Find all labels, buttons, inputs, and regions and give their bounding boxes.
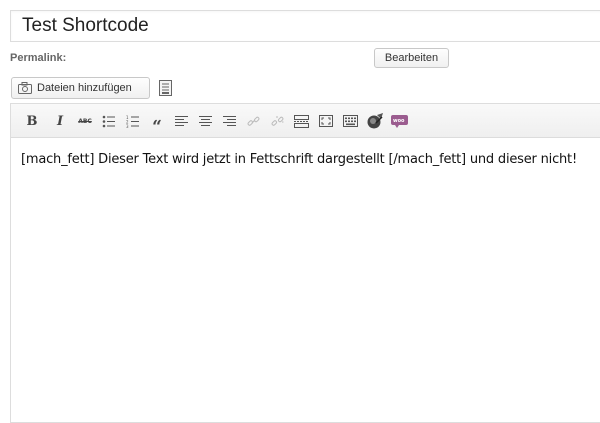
align-left-icon[interactable] [172, 112, 190, 130]
svg-text:3: 3 [126, 124, 129, 128]
svg-text:woo: woo [393, 118, 405, 124]
add-media-label: Dateien hinzufügen [37, 82, 132, 94]
post-title-field[interactable]: Test Shortcode [10, 10, 600, 42]
form-icon[interactable] [158, 80, 173, 96]
kitchen-sink-icon[interactable] [341, 112, 359, 130]
fullscreen-icon[interactable] [317, 112, 335, 130]
add-media-button[interactable]: Dateien hinzufügen [11, 77, 150, 99]
align-center-icon[interactable] [196, 112, 214, 130]
link-icon[interactable] [244, 112, 262, 130]
unlink-icon[interactable] [268, 112, 286, 130]
editor-content[interactable]: [mach_fett] Dieser Text wird jetzt in Fe… [21, 152, 600, 167]
permalink-label: Permalink: [10, 52, 67, 64]
post-title-text[interactable]: Test Shortcode [22, 15, 149, 37]
italic-icon[interactable]: I [51, 112, 69, 130]
numbered-list-icon[interactable]: 1 2 3 [124, 112, 142, 130]
more-tag-icon[interactable] [292, 112, 310, 130]
spellcheck-icon[interactable] [366, 112, 384, 130]
editor-toolbar: B I ABC 1 2 3 “ woo [11, 104, 600, 138]
edit-permalink-button[interactable]: Bearbeiten [374, 48, 449, 68]
woocommerce-icon[interactable]: woo [390, 112, 408, 130]
content-editor[interactable]: B I ABC 1 2 3 “ woo [mach_fett] Dieser T… [10, 103, 600, 423]
blockquote-icon[interactable]: “ [148, 112, 166, 137]
bold-icon[interactable]: B [23, 112, 41, 130]
strikethrough-icon[interactable]: ABC [76, 112, 94, 130]
camera-icon [18, 82, 32, 94]
bullet-list-icon[interactable] [100, 112, 118, 130]
align-right-icon[interactable] [220, 112, 238, 130]
